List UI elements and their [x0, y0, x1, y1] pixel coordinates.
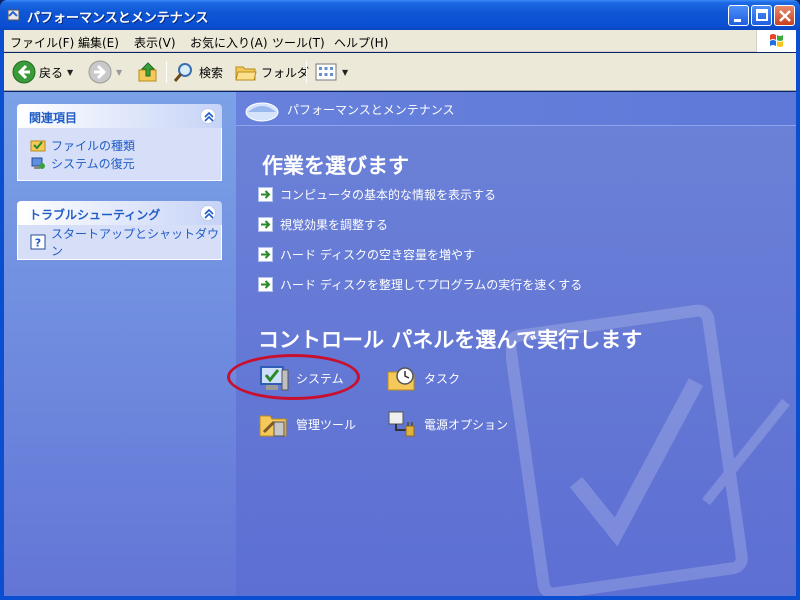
- content-pane: パフォーマンスとメンテナンス 作業を選びます コンピュータの基本的な情報を表示す…: [236, 92, 796, 596]
- related-topics-title: 関連項目: [29, 111, 78, 125]
- close-button[interactable]: [774, 5, 795, 26]
- admin-tools-icon: [259, 415, 287, 437]
- folder-icon: [235, 66, 257, 81]
- search-icon: [173, 63, 192, 82]
- link-system-restore[interactable]: システムの復元: [30, 154, 221, 172]
- scheduled-tasks-icon: [387, 367, 415, 391]
- troubleshoot-title: トラブルシューティング: [29, 208, 161, 222]
- minimize-icon: [734, 19, 741, 22]
- link-file-types-label: ファイルの種類: [51, 138, 136, 153]
- task-label: 視覚効果を調整する: [280, 218, 389, 232]
- folder-up-icon: [138, 62, 157, 82]
- search-button[interactable]: 検索: [172, 59, 223, 85]
- category-header: パフォーマンスとメンテナンス: [236, 92, 796, 126]
- up-button[interactable]: [136, 59, 160, 85]
- task-pane: 関連項目 ファイルの種類 システムの復元 トラブルシューティング ? スタートア…: [4, 92, 236, 596]
- cp-power-options-label: 電源オプション: [424, 417, 509, 432]
- toolbar-separator: [306, 61, 307, 83]
- troubleshoot-header[interactable]: トラブルシューティング: [17, 201, 222, 225]
- task-defragment-disk[interactable]: ハード ディスクを整理してプログラムの実行を速くする: [258, 276, 582, 293]
- troubleshoot-list: ? スタートアップとシャットダウン: [17, 225, 222, 260]
- folders-label: フォルダ: [261, 65, 310, 80]
- task-label: ハード ディスクを整理してプログラムの実行を速くする: [280, 278, 583, 292]
- task-adjust-visual-effects[interactable]: 視覚効果を調整する: [258, 216, 388, 233]
- forward-dropdown-icon[interactable]: ▼: [116, 68, 122, 77]
- tasks-section-title: 作業を選びます: [262, 154, 409, 178]
- file-types-icon: [30, 140, 46, 152]
- troubleshoot-box: トラブルシューティング ? スタートアップとシャットダウン: [17, 201, 222, 260]
- folders-button[interactable]: フォルダ: [234, 59, 309, 85]
- toolbar: 戻る ▼ ▼ 検索 フォルダ ▼: [4, 53, 796, 91]
- task-arrow-icon: [258, 217, 273, 232]
- menu-favorites[interactable]: お気に入り(A): [190, 34, 268, 51]
- help-question-icon: ?: [30, 234, 46, 250]
- collapse-chevron-icon[interactable]: [200, 108, 216, 124]
- related-topics-box: 関連項目 ファイルの種類 システムの復元: [17, 104, 222, 181]
- menu-tools[interactable]: ツール(T): [272, 34, 325, 51]
- window-app-icon: [7, 9, 20, 21]
- views-button[interactable]: ▼: [314, 59, 348, 85]
- title-bar[interactable]: パフォーマンスとメンテナンス: [0, 0, 800, 30]
- window-title: パフォーマンスとメンテナンス: [27, 11, 209, 26]
- search-label: 検索: [199, 65, 224, 80]
- close-icon: [779, 10, 791, 22]
- task-label: コンピュータの基本的な情報を表示する: [280, 188, 497, 202]
- link-startup-shutdown[interactable]: ? スタートアップとシャットダウン: [30, 227, 221, 258]
- views-dropdown-icon[interactable]: ▼: [342, 68, 348, 77]
- performance-category-icon: [245, 102, 279, 122]
- menu-help[interactable]: ヘルプ(H): [334, 34, 388, 51]
- task-arrow-icon: [258, 277, 273, 292]
- cp-scheduled-tasks[interactable]: タスク: [386, 362, 460, 394]
- highlight-annotation-ellipse: [227, 354, 360, 400]
- icons-section-title: コントロール パネルを選んで実行します: [258, 328, 643, 352]
- related-topics-header[interactable]: 関連項目: [17, 104, 222, 128]
- category-title: パフォーマンスとメンテナンス: [287, 103, 455, 117]
- windows-flag-icon: [770, 34, 783, 47]
- power-options-icon: [388, 411, 415, 437]
- svg-text:?: ?: [35, 237, 41, 250]
- link-startup-shutdown-label: スタートアップとシャットダウン: [51, 227, 220, 258]
- cp-admin-tools-label: 管理ツール: [296, 417, 357, 432]
- task-arrow-icon: [258, 187, 273, 202]
- task-label: ハード ディスクの空き容量を増やす: [280, 248, 475, 262]
- windows-logo: [756, 30, 796, 52]
- cp-admin-tools[interactable]: 管理ツール: [258, 408, 356, 440]
- forward-button[interactable]: ▼: [88, 59, 122, 85]
- link-system-restore-label: システムの復元: [51, 156, 135, 171]
- menu-file[interactable]: ファイル(F): [10, 34, 74, 51]
- link-file-types[interactable]: ファイルの種類: [30, 136, 221, 154]
- back-arrow-icon: [12, 60, 36, 84]
- task-view-basic-info[interactable]: コンピュータの基本的な情報を表示する: [258, 186, 496, 203]
- forward-arrow-icon: [88, 60, 112, 84]
- related-topics-list: ファイルの種類 システムの復元: [17, 128, 222, 181]
- maximize-icon: [756, 9, 768, 21]
- task-free-disk-space[interactable]: ハード ディスクの空き容量を増やす: [258, 246, 475, 263]
- toolbar-separator: [166, 61, 167, 83]
- menu-bar: ファイル(F) 編集(E) 表示(V) お気に入り(A) ツール(T) ヘルプ(…: [4, 30, 796, 52]
- window-frame-right: [796, 30, 800, 600]
- task-arrow-icon: [258, 247, 273, 262]
- collapse-chevron-icon[interactable]: [200, 205, 216, 221]
- back-button[interactable]: 戻る ▼: [12, 59, 73, 85]
- minimize-button[interactable]: [728, 5, 749, 26]
- cp-power-options[interactable]: 電源オプション: [386, 408, 508, 440]
- back-dropdown-icon[interactable]: ▼: [67, 68, 73, 77]
- cp-scheduled-tasks-label: タスク: [424, 371, 461, 386]
- window-frame-bottom: [0, 596, 800, 600]
- menu-view[interactable]: 表示(V): [134, 34, 176, 51]
- menu-edit[interactable]: 編集(E): [78, 34, 119, 51]
- maximize-button[interactable]: [751, 5, 772, 26]
- back-label: 戻る: [39, 65, 64, 80]
- system-restore-icon: [31, 157, 45, 169]
- views-grid-icon: [315, 63, 337, 81]
